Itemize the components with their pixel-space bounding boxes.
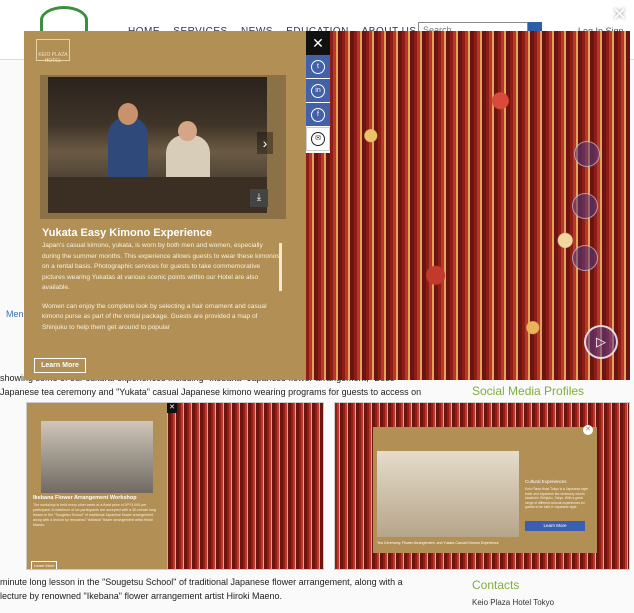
main-modal: KEIO PLAZA HOTEL › ⤓ Yukata Easy Kimono … <box>24 31 630 380</box>
description-paragraph-1: Japan's casual kimono, yukata, is worn b… <box>42 242 280 291</box>
info-panel: KEIO PLAZA HOTEL › ⤓ Yukata Easy Kimono … <box>24 31 306 380</box>
next-photo-arrow-icon[interactable]: › <box>257 132 273 154</box>
twitter-share-button[interactable]: t <box>306 55 330 79</box>
facebook-share-button[interactable]: f <box>306 103 330 127</box>
contacts-heading: Contacts <box>472 578 520 592</box>
site-logo[interactable]: us <box>39 6 88 56</box>
side-nav-icon-2[interactable] <box>572 193 598 219</box>
thumbnail-close-icon[interactable]: ✕ <box>167 403 177 413</box>
side-nav-icon-3[interactable] <box>572 245 598 271</box>
experience-description: Japan's casual kimono, yukata, is worn b… <box>42 241 282 333</box>
body-line-3: minute long lesson in the "Sougetsu Scho… <box>0 577 403 587</box>
yukata-photo <box>48 77 267 213</box>
man-head <box>118 103 138 125</box>
thumbnail-ikebana[interactable]: Ikebana Flower Arrangement Workshop The … <box>26 402 324 570</box>
thumbnail-cultural-experiences[interactable]: Cultural Experiences Keio Plaza Hotel To… <box>334 402 630 570</box>
facebook-icon: f <box>311 108 325 122</box>
email-icon: ✉ <box>311 132 325 146</box>
twitter-icon: t <box>311 60 325 74</box>
download-icon[interactable]: ⤓ <box>250 189 268 207</box>
experience-title: Yukata Easy Kimono Experience <box>42 227 212 239</box>
contacts-line: Keio Plaza Hotel Tokyo <box>472 598 555 607</box>
tea-ceremony-photo <box>377 451 519 537</box>
hotel-logo: KEIO PLAZA HOTEL <box>36 39 70 64</box>
side-nav-icon-1[interactable] <box>574 141 600 167</box>
play-video-icon[interactable]: ▷ <box>584 325 618 359</box>
social-media-heading: Social Media Profiles <box>472 384 585 398</box>
woman-head <box>178 121 197 141</box>
modal-close-icon[interactable]: ✕ <box>306 31 330 55</box>
thumbnail-learn-more[interactable]: Learn More <box>525 521 585 531</box>
body-line-4: lecture by renowned "Ikebana" flower arr… <box>0 591 283 601</box>
description-paragraph-2: Women can enjoy the complete look by sel… <box>42 302 267 331</box>
thumbnail-info-panel: Cultural Experiences Keio Plaza Hotel To… <box>373 427 597 553</box>
learn-more-button[interactable]: Learn More <box>34 358 86 373</box>
description-scrollbar[interactable] <box>279 243 282 291</box>
thumbnail-body: The workshop is held every other week at… <box>33 503 156 527</box>
overlay-close-icon[interactable]: ✕ <box>612 4 627 25</box>
thumbnail-caption: Tea Ceremony, Flower Arrangement, and Yu… <box>377 541 499 545</box>
linkedin-icon: in <box>311 84 325 98</box>
thumbnail-info-panel: Ikebana Flower Arrangement Workshop The … <box>27 403 167 569</box>
email-share-button[interactable]: ✉ <box>306 127 330 151</box>
body-line-2: Japanese tea ceremony and "Yukata" casua… <box>0 387 422 397</box>
thumbnail-body: Keio Plaza Hotel Tokyo is a Japanese-sty… <box>525 487 588 509</box>
linkedin-share-button[interactable]: in <box>306 79 330 103</box>
thumbnail-close-icon[interactable]: ✕ <box>583 425 593 435</box>
dining-table <box>48 177 267 213</box>
thumbnail-learn-more[interactable]: Learn More <box>31 561 58 569</box>
ikebana-photo <box>41 421 153 493</box>
thumbnail-title: Ikebana Flower Arrangement Workshop <box>33 495 137 501</box>
thumbnail-heading: Cultural Experiences <box>525 479 567 484</box>
